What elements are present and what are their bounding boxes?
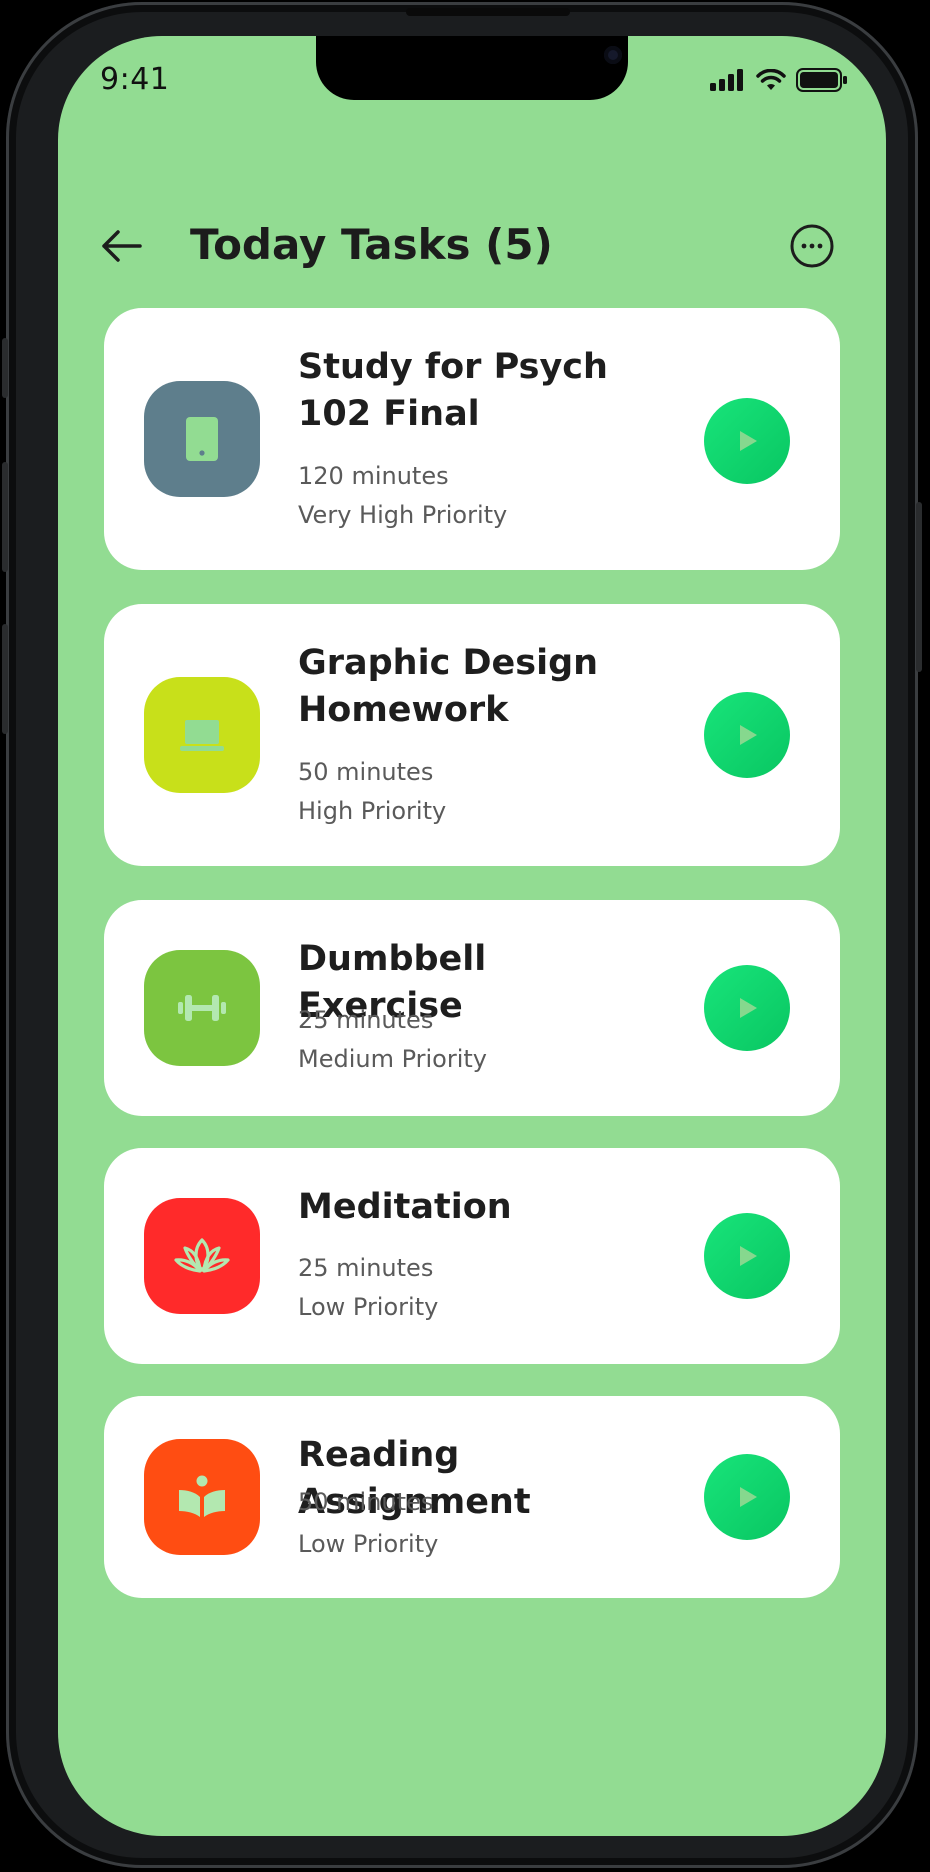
task-icon-badge [144,1439,260,1555]
front-camera [604,46,622,64]
power-button [916,502,922,672]
volume-down-button [2,624,8,734]
wifi-icon [756,69,786,90]
start-task-button[interactable] [704,398,790,484]
task-card[interactable]: Study for Psych 102 Final 120 minutes Ve… [104,308,840,570]
task-priority: Very High Priority [298,501,508,529]
task-icon-badge [144,381,260,497]
start-task-button[interactable] [704,692,790,778]
task-title: Graphic Design Homework [298,643,599,730]
more-options-button[interactable] [790,224,834,268]
task-card[interactable]: Graphic Design Homework 50 minutes High … [104,604,840,866]
page-title: Today Tasks (5) [190,220,553,269]
battery-icon [796,68,847,92]
play-icon [740,1246,757,1266]
cellular-signal-icon [710,69,743,91]
task-priority: Medium Priority [298,1045,488,1073]
tablet-icon [186,417,218,461]
start-task-button[interactable] [704,1454,790,1540]
status-icons [710,68,848,92]
task-duration: 50 minutes [298,758,434,786]
play-icon [740,1487,757,1507]
open-book-icon [179,1475,225,1517]
task-priority: High Priority [298,797,447,825]
app-screen: 9:41 Today Tasks (5) Study for Psych 102… [58,36,886,1836]
start-task-button[interactable] [704,965,790,1051]
status-time: 9:41 [100,62,170,97]
task-title: Meditation [298,1187,512,1227]
dumbbell-icon [178,995,226,1021]
lotus-icon [174,1238,230,1273]
laptop-icon [180,720,224,751]
notch [316,36,628,100]
task-duration: 25 minutes [298,1254,434,1282]
mute-switch [2,338,8,398]
header: Today Tasks (5) [58,206,886,286]
task-priority: Low Priority [298,1293,439,1321]
task-icon-badge [144,677,260,793]
back-button[interactable] [98,224,146,268]
play-icon [740,725,757,745]
task-duration: 25 minutes [298,1006,434,1034]
volume-up-button [2,462,8,572]
task-priority: Low Priority [298,1530,439,1558]
task-card[interactable]: Dumbbell Exercise 25 minutes Medium Prio… [104,900,840,1116]
more-horizontal-icon [790,224,834,268]
task-icon-badge [144,950,260,1066]
play-icon [740,431,757,451]
task-card[interactable]: Meditation 25 minutes Low Priority [104,1148,840,1364]
task-duration: 50 minutes [298,1488,434,1516]
task-duration: 120 minutes [298,462,449,490]
task-icon-badge [144,1198,260,1314]
phone-frame: 9:41 Today Tasks (5) Study for Psych 102… [2,2,922,1868]
task-card[interactable]: Reading Assignment 50 minutes Low Priori… [104,1396,840,1598]
task-title: Study for Psych 102 Final [298,347,608,434]
play-icon [740,998,757,1018]
earpiece-speaker [406,8,570,16]
start-task-button[interactable] [704,1213,790,1299]
arrow-left-icon [102,230,142,262]
